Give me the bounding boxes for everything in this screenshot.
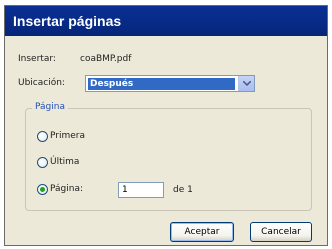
- location-select[interactable]: Después: [85, 75, 255, 92]
- dropdown-arrow-button[interactable]: [238, 76, 254, 91]
- insert-pages-dialog: Insertar páginas Insertar: coaBMP.pdf Ub…: [4, 5, 328, 246]
- radio-first-label[interactable]: Primera: [50, 131, 85, 141]
- page-total-label: de 1: [173, 185, 193, 195]
- location-select-value: Después: [88, 78, 235, 90]
- radio-selected-dot: [40, 187, 45, 192]
- location-label: Ubicación:: [18, 78, 65, 88]
- insert-file-name: coaBMP.pdf: [80, 54, 132, 64]
- insert-label: Insertar:: [18, 54, 56, 64]
- cancel-button[interactable]: Cancelar: [250, 222, 312, 242]
- radio-page-label[interactable]: Página:: [50, 184, 83, 194]
- page-group-title: Página: [32, 102, 68, 112]
- radio-last-page[interactable]: [37, 157, 48, 168]
- radio-last-label[interactable]: Última: [50, 157, 79, 167]
- dialog-title-bar[interactable]: Insertar páginas: [5, 6, 327, 36]
- page-number-input[interactable]: 1: [118, 182, 164, 198]
- ok-button[interactable]: Aceptar: [170, 222, 234, 242]
- dialog-title: Insertar páginas: [13, 13, 122, 29]
- chevron-down-icon: [243, 81, 251, 86]
- radio-page-number[interactable]: [37, 184, 48, 195]
- radio-first-page[interactable]: [37, 131, 48, 142]
